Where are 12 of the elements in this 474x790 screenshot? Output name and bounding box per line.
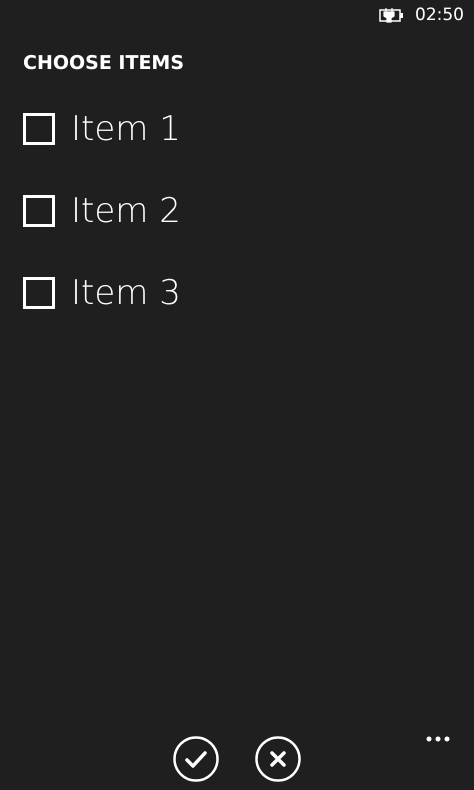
more-icon[interactable] — [426, 736, 450, 742]
clock: 02:50 — [415, 5, 464, 25]
accept-button[interactable] — [173, 736, 219, 782]
checkbox[interactable] — [23, 277, 55, 309]
item-label[interactable]: Item 2 — [71, 192, 181, 230]
item-label[interactable]: Item 3 — [71, 274, 181, 312]
battery-charging-icon — [379, 7, 405, 23]
item-label[interactable]: Item 1 — [71, 110, 181, 148]
cancel-button[interactable] — [255, 736, 301, 782]
checkbox[interactable] — [23, 195, 55, 227]
page-title: CHOOSE ITEMS — [22, 51, 186, 76]
checkbox[interactable] — [23, 113, 55, 145]
